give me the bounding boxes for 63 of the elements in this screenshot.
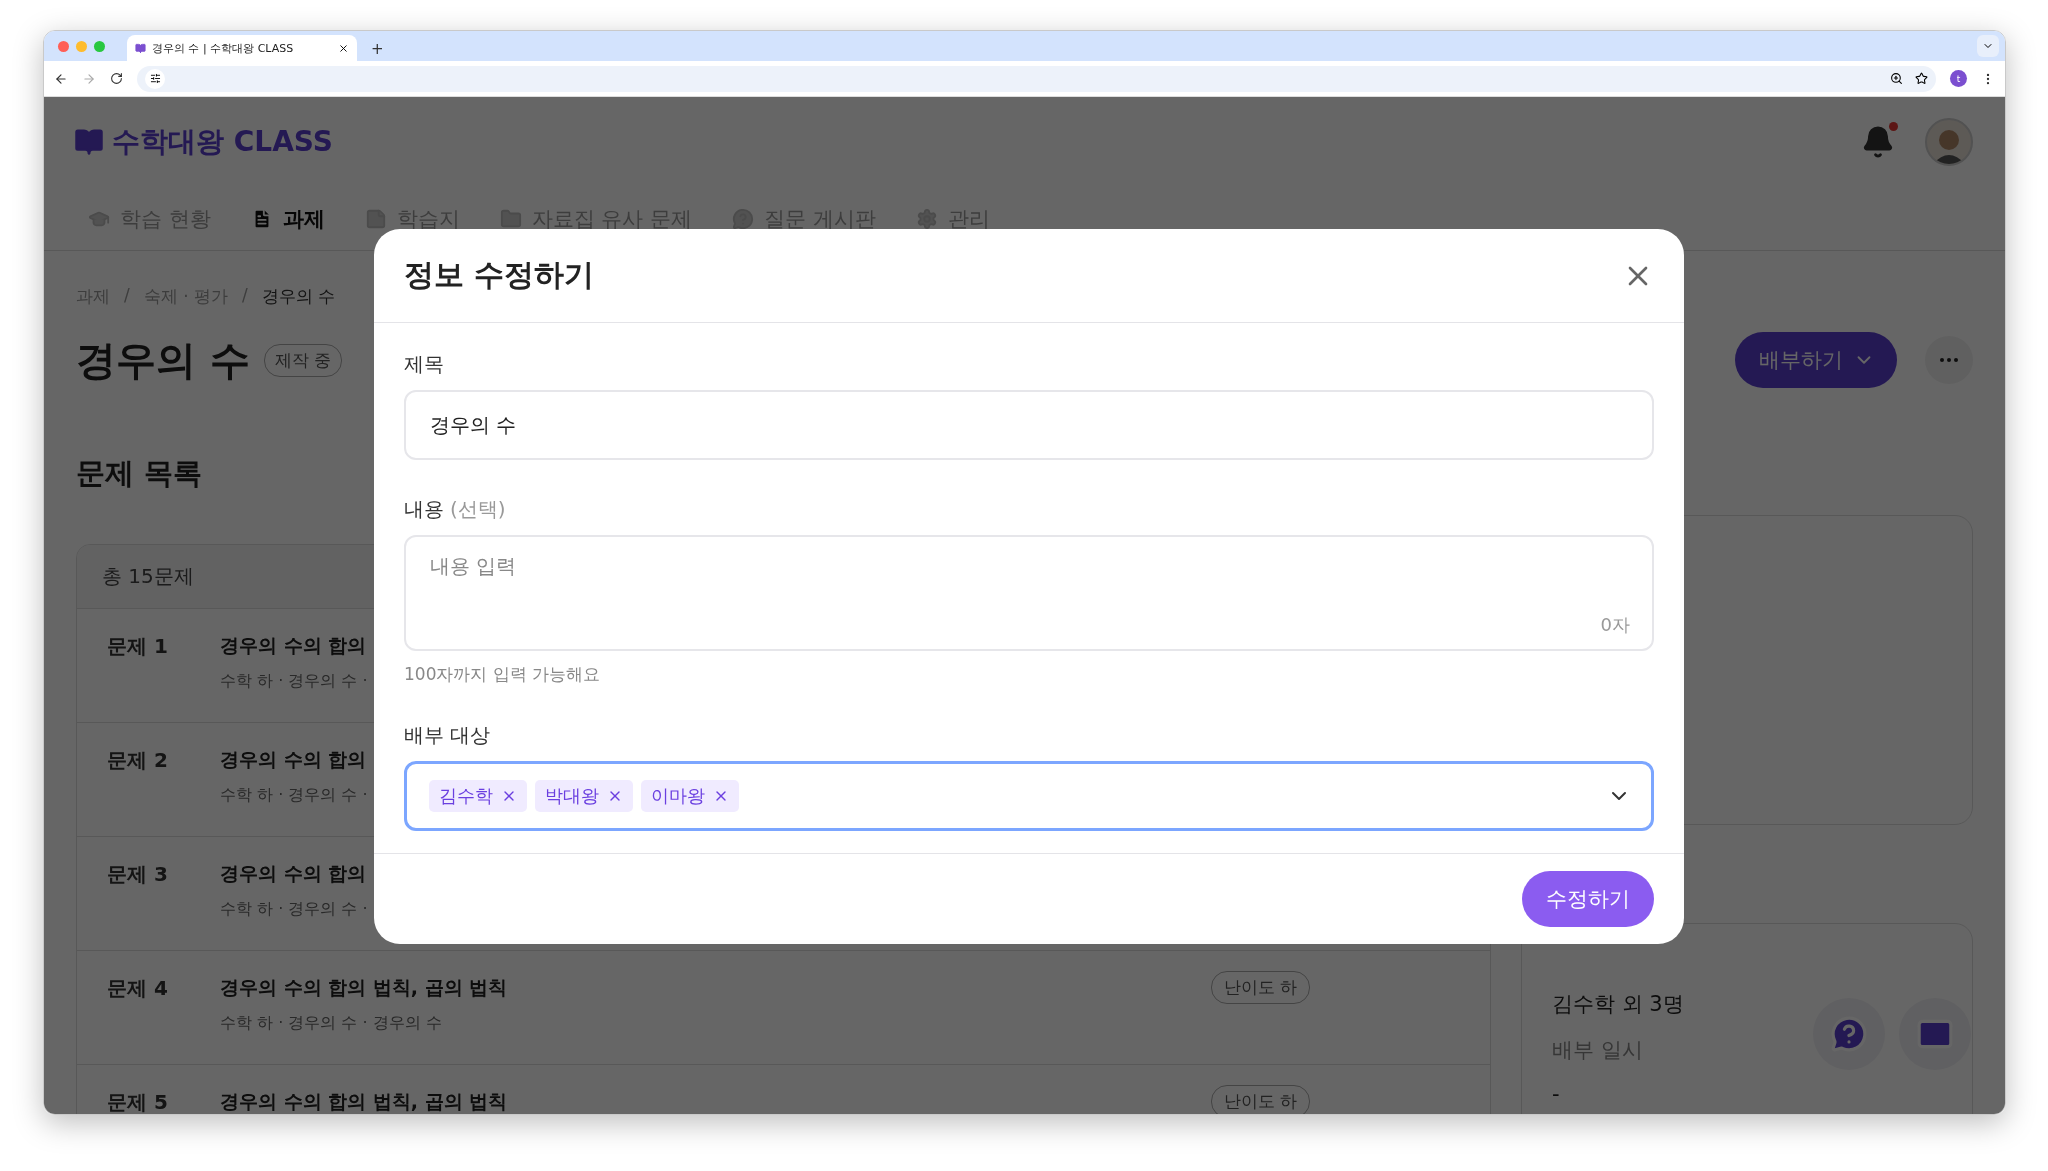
new-tab-button[interactable]: + (367, 40, 388, 58)
field-label: 내용 (404, 496, 444, 523)
target-summary: 김수학 외 3명 (1552, 991, 1685, 1018)
section-heading: 문제 목록 (76, 455, 204, 492)
status-badge: 제작 중 (263, 343, 343, 377)
breadcrumb-separator: / (241, 285, 248, 307)
student-tag: 이마왕 (641, 780, 739, 812)
more-icon (1940, 358, 1958, 362)
student-tag: 김수학 (429, 780, 527, 812)
reload-icon (110, 72, 123, 85)
problem-meta: 수학 하 · 경우의 수 · (220, 899, 368, 920)
problem-title[interactable]: 경우의 수의 합의 법칙, 곱의 법칙 (220, 1089, 508, 1114)
problem-number: 문제 4 (107, 975, 169, 1002)
reload-button[interactable] (110, 72, 123, 85)
site-settings-button[interactable] (145, 68, 165, 89)
notification-bell-icon[interactable] (1861, 125, 1895, 159)
book-icon (135, 42, 146, 54)
page-title: 경우의 수 (76, 335, 250, 385)
submit-button[interactable]: 수정하기 (1522, 871, 1654, 927)
problem-title[interactable]: 경우의 수의 합의 (220, 747, 367, 773)
problem-title[interactable]: 경우의 수의 합의 법칙, 곱의 법칙 (220, 975, 508, 1001)
question-bubble-icon (1830, 1015, 1868, 1053)
problem-meta: 수학 하 · 경우의 수 · 경우의 수 (220, 1013, 442, 1034)
field-label: 제목 (404, 351, 445, 378)
date-value: - (1552, 1082, 1561, 1106)
problem-meta: 수학 하 · 경우의 수 · (220, 671, 368, 692)
zoom-icon[interactable] (1890, 72, 1903, 85)
problem-number: 문제 5 (107, 1089, 169, 1114)
note-icon (364, 207, 387, 230)
difficulty-badge: 난이도 하 (1210, 971, 1310, 1004)
problem-count: 총 15문제 (102, 563, 194, 590)
bookmark-star-icon[interactable] (1915, 72, 1928, 85)
nav-tab[interactable]: 과제 (250, 204, 325, 233)
problem-number: 문제 1 (107, 633, 169, 660)
dialog-title: 정보 수정하기 (404, 256, 595, 294)
title-input[interactable]: 경우의 수 (404, 390, 1654, 460)
browser-tab[interactable]: 경우의 수 | 수학대왕 CLASS (127, 35, 357, 61)
back-button[interactable] (54, 71, 68, 86)
optional-note: (선택) (450, 496, 506, 523)
problem-meta: 수학 하 · 경우의 수 · (220, 785, 368, 806)
question-bubble-icon (732, 207, 755, 230)
logo[interactable]: 수학대왕 CLASS (74, 123, 333, 161)
target-select[interactable]: 김수학 박대왕 이마왕 (404, 761, 1654, 831)
close-tab-icon[interactable] (338, 42, 349, 54)
problem-number: 문제 3 (107, 861, 169, 888)
problem-title[interactable]: 경우의 수의 합의 (220, 861, 367, 887)
profile-button[interactable]: t (1950, 70, 1967, 87)
arrow-right-icon (82, 71, 96, 86)
breadcrumb-link[interactable]: 경우의 수 (261, 285, 336, 308)
breadcrumb-separator: / (124, 285, 130, 307)
student-tag: 박대왕 (535, 780, 633, 812)
tab-list-button[interactable] (1977, 35, 1999, 57)
avatar[interactable] (1925, 118, 1973, 166)
helper-text: 100자까지 입력 가능해요 (404, 663, 602, 686)
character-counter: 0자 (1600, 613, 1630, 637)
gear-icon (915, 207, 938, 230)
tab-title: 경우의 수 | 수학대왕 CLASS (152, 40, 295, 56)
field-label: 배부 대상 (404, 722, 491, 749)
sliders-icon (149, 73, 161, 84)
problem-number: 문제 2 (107, 747, 169, 774)
distribute-button[interactable]: 배부하기 (1735, 332, 1897, 388)
problem-title[interactable]: 경우의 수의 합의 (220, 633, 367, 659)
folder-icon (499, 207, 522, 230)
